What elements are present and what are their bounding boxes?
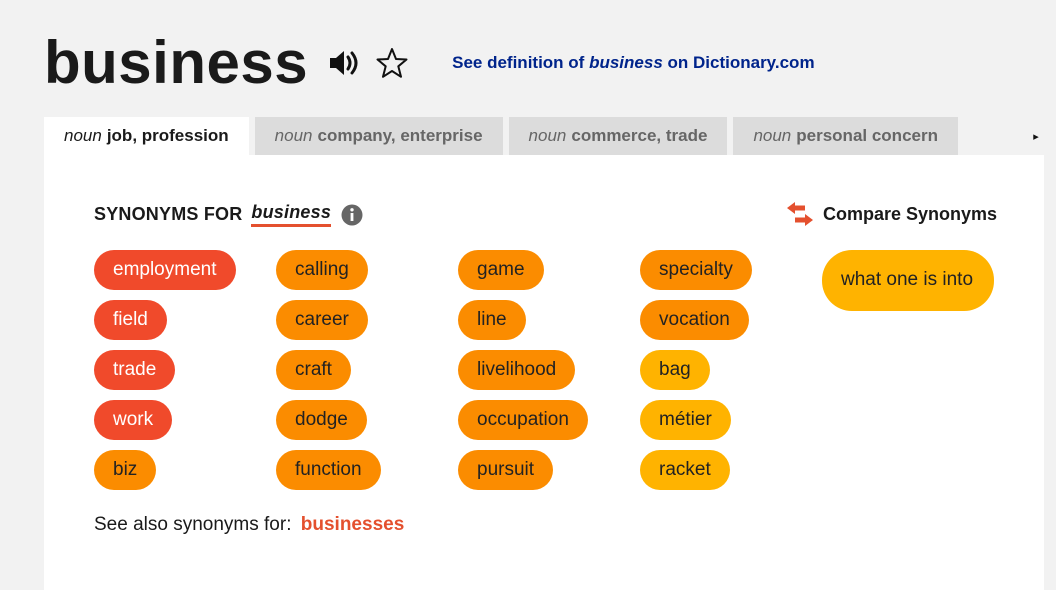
- synonym-chip-occupation[interactable]: occupation: [458, 400, 588, 440]
- tab-label: company, enterprise: [317, 126, 483, 145]
- star-outline-icon[interactable]: [374, 45, 410, 81]
- synonym-chip-metier[interactable]: métier: [640, 400, 731, 440]
- synonym-chip-line[interactable]: line: [458, 300, 526, 340]
- synonym-chip-vocation[interactable]: vocation: [640, 300, 749, 340]
- synonym-chip-bag[interactable]: bag: [640, 350, 710, 390]
- synonym-chip-craft[interactable]: craft: [276, 350, 351, 390]
- definition-link-word: business: [589, 53, 663, 72]
- definition-link-prefix: See definition of: [452, 53, 585, 72]
- see-definition-link[interactable]: See definition of business on Dictionary…: [452, 53, 814, 73]
- compare-synonyms-button[interactable]: Compare Synonyms: [785, 201, 997, 227]
- synonym-chip-biz[interactable]: biz: [94, 450, 157, 490]
- sense-tabs: noun job, profession noun company, enter…: [44, 117, 958, 155]
- synonym-chip-what-one-is-into[interactable]: what one is into: [822, 250, 994, 311]
- synonyms-heading: SYNONYMS FOR business: [94, 202, 363, 227]
- synonyms-panel: SYNONYMS FOR business Compare Synonyms e…: [44, 155, 1044, 590]
- synonym-chip-pursuit[interactable]: pursuit: [458, 450, 554, 490]
- compare-synonyms-label: Compare Synonyms: [823, 203, 998, 224]
- synonym-chip-function[interactable]: function: [276, 450, 381, 490]
- info-icon[interactable]: [341, 204, 363, 226]
- swap-arrows-icon: [785, 201, 815, 227]
- see-also-label: See also synonyms for:: [94, 514, 292, 535]
- tab-commerce-trade[interactable]: noun commerce, trade: [508, 117, 728, 155]
- synonym-chip-racket[interactable]: racket: [640, 450, 730, 490]
- tab-personal-concern[interactable]: noun personal concern: [733, 117, 958, 155]
- definition-link-suffix: on Dictionary.com: [667, 53, 815, 72]
- synonym-chip-game[interactable]: game: [458, 250, 544, 290]
- synonym-chip-dodge[interactable]: dodge: [276, 400, 367, 440]
- see-also-synonyms: See also synonyms for: businesses: [94, 514, 404, 536]
- synonyms-heading-label: SYNONYMS FOR: [94, 204, 243, 225]
- synonym-chip-specialty[interactable]: specialty: [640, 250, 752, 290]
- synonym-chip-calling[interactable]: calling: [276, 250, 368, 290]
- synonym-chip-field[interactable]: field: [94, 300, 167, 340]
- synonyms-heading-word: business: [251, 202, 332, 227]
- synonym-chip-work[interactable]: work: [94, 400, 173, 440]
- synonym-chip-livelihood[interactable]: livelihood: [458, 350, 576, 390]
- tab-pos: noun: [528, 126, 567, 145]
- synonym-chip-employment[interactable]: employment: [94, 250, 236, 290]
- word-header: business See definition of business on D…: [44, 28, 815, 98]
- tab-company-enterprise[interactable]: noun company, enterprise: [254, 117, 503, 155]
- tab-label: job, profession: [106, 126, 229, 145]
- tab-pos: noun: [274, 126, 313, 145]
- synonym-chip-trade[interactable]: trade: [94, 350, 176, 390]
- tab-job-profession[interactable]: noun job, profession: [44, 117, 249, 155]
- tab-pos: noun: [753, 126, 792, 145]
- tab-label: personal concern: [796, 126, 938, 145]
- tab-pos: noun: [64, 126, 102, 145]
- tab-label: commerce, trade: [571, 126, 708, 145]
- see-also-link-businesses[interactable]: businesses: [301, 514, 405, 535]
- triangle-right-icon[interactable]: ▸: [1024, 124, 1048, 148]
- headword: business: [44, 29, 309, 96]
- synonym-chip-career[interactable]: career: [276, 300, 368, 340]
- speaker-icon[interactable]: [326, 46, 360, 80]
